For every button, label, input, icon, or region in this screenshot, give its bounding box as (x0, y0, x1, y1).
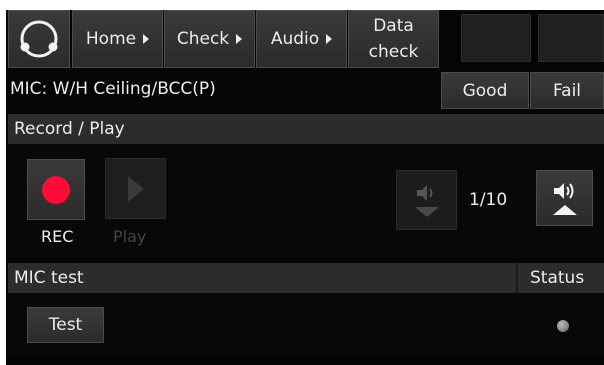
mic-test-header: MIC test (8, 263, 516, 293)
volume-down-button[interactable] (396, 170, 457, 230)
record-play-panel: Record / Play REC Play 1/10 (8, 114, 604, 258)
play-label: Play (113, 227, 147, 246)
record-dot-icon (42, 175, 70, 204)
chevron-right-icon (236, 34, 243, 44)
rec-button[interactable] (27, 159, 85, 220)
chevron-right-icon (143, 34, 150, 44)
nav-home-button[interactable]: Home (72, 10, 163, 68)
volume-value: 1/10 (469, 190, 508, 210)
nav-check-button[interactable]: Check (164, 10, 255, 68)
empty-slot-2 (538, 14, 604, 62)
mic-label: MIC: W/H Ceiling/BCC(P) (10, 79, 216, 99)
record-play-header: Record / Play (8, 114, 604, 144)
good-button-label: Good (462, 80, 508, 101)
status-column-header: Status (518, 263, 604, 293)
mic-test-title: MIC test (14, 268, 84, 288)
chevron-right-icon (326, 34, 333, 44)
nav-data-check-label-line2: check (368, 42, 419, 62)
record-play-title: Record / Play (14, 119, 125, 139)
record-play-body (8, 144, 604, 258)
menu-logo-button[interactable] (8, 10, 70, 68)
fail-button-label: Fail (552, 80, 582, 101)
speaker-icon (416, 184, 432, 201)
good-button[interactable]: Good (441, 72, 529, 109)
test-button[interactable]: Test (27, 307, 104, 343)
status-indicator-led (557, 320, 569, 332)
nav-check-label: Check (176, 29, 230, 49)
test-button-label: Test (48, 315, 83, 335)
mic-test-panel: MIC test Status Test (8, 263, 604, 355)
nav-home-label: Home (85, 29, 137, 49)
app-window: Home Check Audio Data check MIC: W/H Cei… (6, 10, 604, 365)
nav-audio-label: Audio (270, 29, 320, 49)
status-header-label: Status (530, 268, 585, 288)
ring-logo-icon (20, 20, 58, 58)
volume-up-button[interactable] (536, 170, 593, 226)
nav-data-check-label-line1: Data (373, 16, 414, 36)
rec-label: REC (41, 227, 74, 246)
play-button[interactable] (105, 158, 166, 219)
triangle-up-icon (552, 204, 577, 215)
triangle-down-icon (414, 206, 439, 217)
fail-button[interactable]: Fail (530, 72, 604, 109)
play-icon (127, 175, 144, 202)
speaker-icon (553, 182, 573, 199)
nav-data-check-button[interactable]: Data check (348, 10, 439, 68)
nav-audio-button[interactable]: Audio (256, 10, 347, 68)
empty-slot-1 (461, 14, 531, 62)
